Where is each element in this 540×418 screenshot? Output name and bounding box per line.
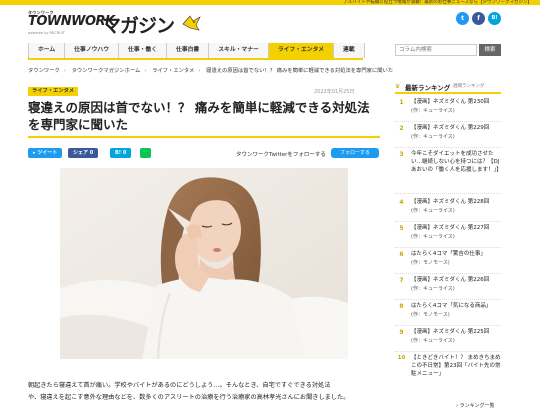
ranking-item-title: 【漫画】ネズミダくん 第227回 (411, 225, 490, 231)
ranking-number: 2 (399, 125, 404, 132)
article-lead-line2: や、寝違えを起こす意外な理由などを、数多くのアスリートの治療を行う治療家の高林孝… (28, 394, 350, 401)
ranking-item-author: (作：キューライス) (411, 338, 455, 344)
nav-life-entertainment[interactable]: ライフ・エンタメ (267, 43, 334, 58)
ranking-item[interactable]: 2 【漫画】ネズミダくん 第229回 (作：キューライス) (395, 122, 501, 148)
ranking-number: 6 (399, 251, 404, 258)
twitter-follow-button[interactable]: フォローする (331, 148, 379, 158)
title-underline (28, 136, 380, 138)
top-accent-bar: アルバイトや転職に役立つ情報が満載！最新のお仕事ニュースなら【タウンワークマガジ… (0, 0, 540, 5)
nav-job-knowhow[interactable]: 仕事ノウハウ (64, 43, 119, 58)
ranking-item[interactable]: 5 【漫画】ネズミダくん 第227回 (作：キューライス) (395, 222, 501, 248)
facebook-share-button[interactable]: シェア 0 (68, 148, 99, 158)
ranking-subtitle: 週間ランキング (453, 84, 485, 89)
ranking-number: 4 (399, 199, 404, 206)
category-badge[interactable]: ライフ・エンタメ (28, 87, 78, 96)
ranking-item-author: (作：キューライス) (411, 208, 455, 214)
breadcrumb-category[interactable]: ライフ・エンタメ (152, 68, 194, 74)
ranking-number: 1 (399, 99, 404, 106)
ranking-item-title: 【漫画】ネズミダくん 第230回 (411, 99, 490, 105)
site-tagline: アルバイトや転職に役立つ情報が満載！最新のお仕事ニュースなら【タウンワークマガジ… (343, 0, 532, 5)
ranking-title: 最新ランキング (405, 84, 451, 92)
breadcrumb-magazine-home[interactable]: タウンワークマガジンホーム (72, 68, 141, 74)
ranking-more-link[interactable]: › ランキング一覧 (456, 402, 494, 409)
breadcrumb: タウンワーク › タウンワークマガジンホーム › ライフ・エンタメ › 寝違えの原因は… (28, 68, 394, 74)
nav-work-whitepaper[interactable]: 仕事白書 (166, 43, 209, 58)
main-nav: ホーム 仕事ノウハウ 仕事・働く 仕事白書 スキル・マナー ライフ・エンタメ 連… (28, 43, 365, 58)
ranking-number: 5 (399, 225, 404, 232)
nav-home[interactable]: ホーム (28, 43, 65, 58)
nav-work[interactable]: 仕事・働く (118, 43, 167, 58)
ranking-item-author: (作：モノモース) (411, 312, 450, 318)
logo-powered-by: powered by RECRUIT (28, 31, 65, 35)
ranking-item[interactable]: 8 はたらく4コマ「気になる商品」 (作：モノモース) (395, 300, 501, 326)
hatena-bookmark-label: B! 0 (115, 150, 127, 156)
ranking-item-title: 【ときどきバイト！？ まめきちまめこの不日常】第23回「バイト先の常駐メニュー」 (411, 355, 501, 377)
article-title: 寝違えの原因は首でない！？ 痛みを簡単に軽減できる対処法を専門家に聞いた (28, 100, 370, 132)
ranking-item-title: はたらく4コマ「驚吉の仕事」 (411, 251, 486, 257)
ranking-item[interactable]: 9 【漫画】ネズミダくん 第225回 (作：キューライス) (395, 326, 501, 352)
breadcrumb-home[interactable]: タウンワーク (28, 68, 60, 74)
line-share-icon[interactable] (140, 148, 151, 158)
article-lead: 朝起きたら寝違えて首が痛い。学校やバイトがあるのにどうしよう…。そんなとき、自宅… (28, 380, 380, 404)
follow-prompt: タウンワークTwitterをフォローする (236, 152, 326, 158)
ranking-item[interactable]: 3 今年こそダイエットを成功させたい…継続しない心を持つには？【DJあおいの「働… (395, 148, 502, 194)
hatena-bookmark-button[interactable]: B! 0 (110, 148, 132, 158)
ranking-item-title: 【漫画】ネズミダくん 第228回 (411, 199, 490, 205)
ranking-number: 7 (399, 277, 404, 284)
ranking-item[interactable]: 6 はたらく4コマ「驚吉の仕事」 (作：モノモース) (395, 248, 501, 274)
ranking-item-title: 【漫画】ネズミダくん 第226回 (411, 277, 490, 283)
publish-date: 2022年01月25日 (314, 89, 355, 95)
search-button[interactable]: 検索 (479, 44, 501, 56)
ranking-number: 9 (399, 329, 404, 336)
woman-neck-pain-illustration (60, 168, 348, 359)
ranking-more-label: ランキング一覧 (459, 403, 495, 409)
facebook-icon[interactable]: f (472, 12, 485, 25)
facebook-share-label: シェア 0 (73, 150, 94, 156)
tweet-button[interactable]: ▸ ツイート (28, 148, 63, 158)
nav-skill-manner[interactable]: スキル・マナー (208, 43, 268, 58)
nav-underline (28, 58, 363, 60)
ranking-item-title: 【漫画】ネズミダくん 第229回 (411, 125, 490, 131)
ranking-item[interactable]: 7 【漫画】ネズミダくん 第226回 (作：キューライス) (395, 274, 501, 300)
tweet-label: ツイート (37, 150, 58, 156)
ranking-item-title: 今年こそダイエットを成功させたい…継続しない心を持つには？【DJあおいの「働く人… (411, 151, 502, 173)
ranking-number: 10 (397, 355, 406, 361)
ranking-item-author: (作：キューライス) (411, 108, 455, 114)
article-hero-image (60, 168, 348, 359)
article-lead-line1: 朝起きたら寝違えて首が痛い。学校やバイトがあるのにどうしよう…。そんなとき、自宅… (28, 382, 331, 389)
ranking-item-title: はたらく4コマ「気になる商品」 (411, 303, 492, 309)
twitter-icon[interactable]: t (456, 12, 469, 25)
hatena-icon[interactable]: B! (488, 12, 501, 25)
ranking-item-author: (作：キューライス) (411, 234, 455, 240)
ranking-item-author: (作：キューライス) (411, 134, 455, 140)
ranking-item-author: (作：モノモース) (411, 260, 450, 266)
search-input[interactable] (395, 44, 477, 56)
site-logo[interactable]: タウンワーク TOWNWORK マガジン powered by RECRUIT (28, 10, 201, 38)
ranking-number: 8 (399, 303, 404, 310)
ranking-item-title: 【漫画】ネズミダくん 第225回 (411, 329, 490, 335)
ranking-crown-icon: ♛ (395, 83, 401, 90)
ranking-number: 3 (399, 151, 404, 158)
bird-mascot-icon (182, 15, 201, 31)
breadcrumb-current: 寝違えの原因は首でない！？ 痛みを簡単に軽減できる対処法を専門家に聞いた (206, 68, 394, 74)
ranking-item-author: (作：キューライス) (411, 286, 455, 292)
logo-magazine: マガジン (102, 15, 175, 37)
ranking-header: ♛ 最新ランキング 週間ランキング (395, 82, 501, 94)
ranking-item[interactable]: 10 【ときどきバイト！？ まめきちまめこの不日常】第23回「バイト先の常駐メニ… (395, 352, 501, 396)
ranking-item[interactable]: 4 【漫画】ネズミダくん 第228回 (作：キューライス) (395, 196, 501, 222)
ranking-item[interactable]: 1 【漫画】ネズミダくん 第230回 (作：キューライス) (395, 96, 501, 122)
nav-series[interactable]: 連載 (333, 43, 365, 58)
